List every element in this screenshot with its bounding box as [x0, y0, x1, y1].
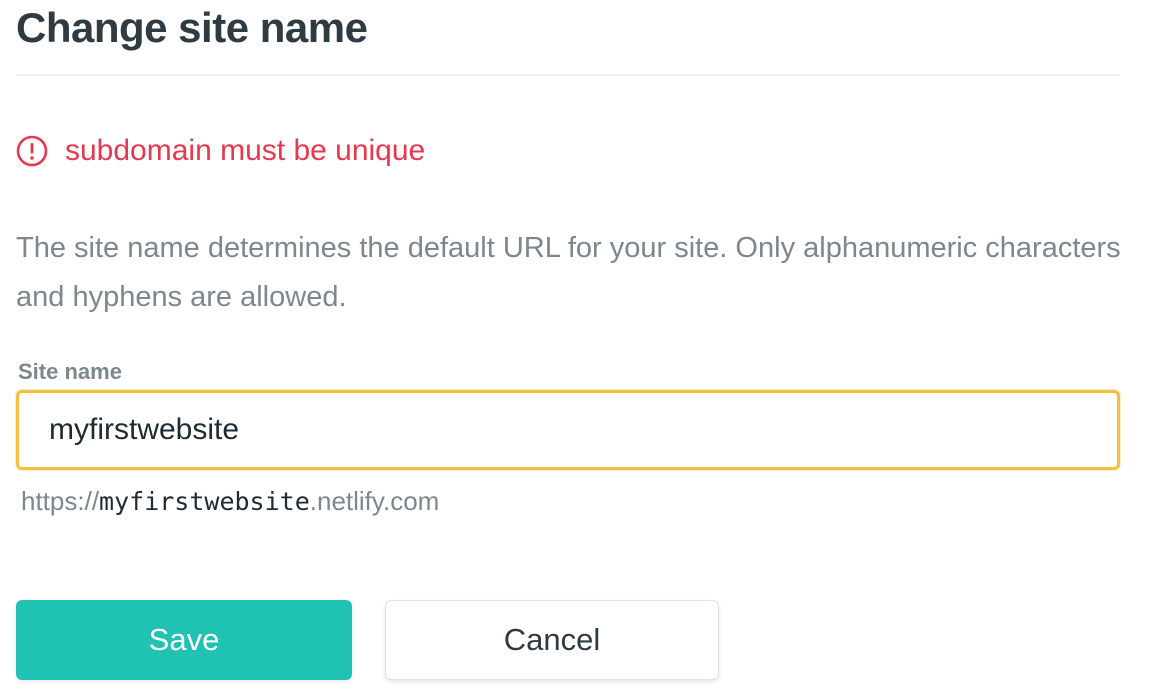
url-subdomain: myfirstwebsite [99, 487, 310, 516]
url-preview: https://myfirstwebsite.netlify.com [21, 484, 439, 519]
cancel-button[interactable]: Cancel [385, 600, 719, 680]
url-suffix: .netlify.com [309, 486, 440, 516]
alert-circle-icon [16, 135, 48, 167]
site-name-input[interactable] [16, 390, 1120, 470]
url-prefix: https:// [21, 486, 100, 516]
site-name-description: The site name determines the default URL… [16, 232, 1121, 313]
save-button[interactable]: Save [16, 600, 352, 680]
title-divider [16, 74, 1120, 76]
site-name-label: Site name [18, 359, 122, 384]
dialog-title: Change site name [16, 4, 368, 51]
error-message: subdomain must be unique [16, 132, 425, 170]
site-name-input-wrapper [16, 390, 1120, 470]
error-text: subdomain must be unique [65, 134, 426, 167]
change-site-name-dialog: Change site name subdomain must be uniqu… [0, 0, 1150, 694]
